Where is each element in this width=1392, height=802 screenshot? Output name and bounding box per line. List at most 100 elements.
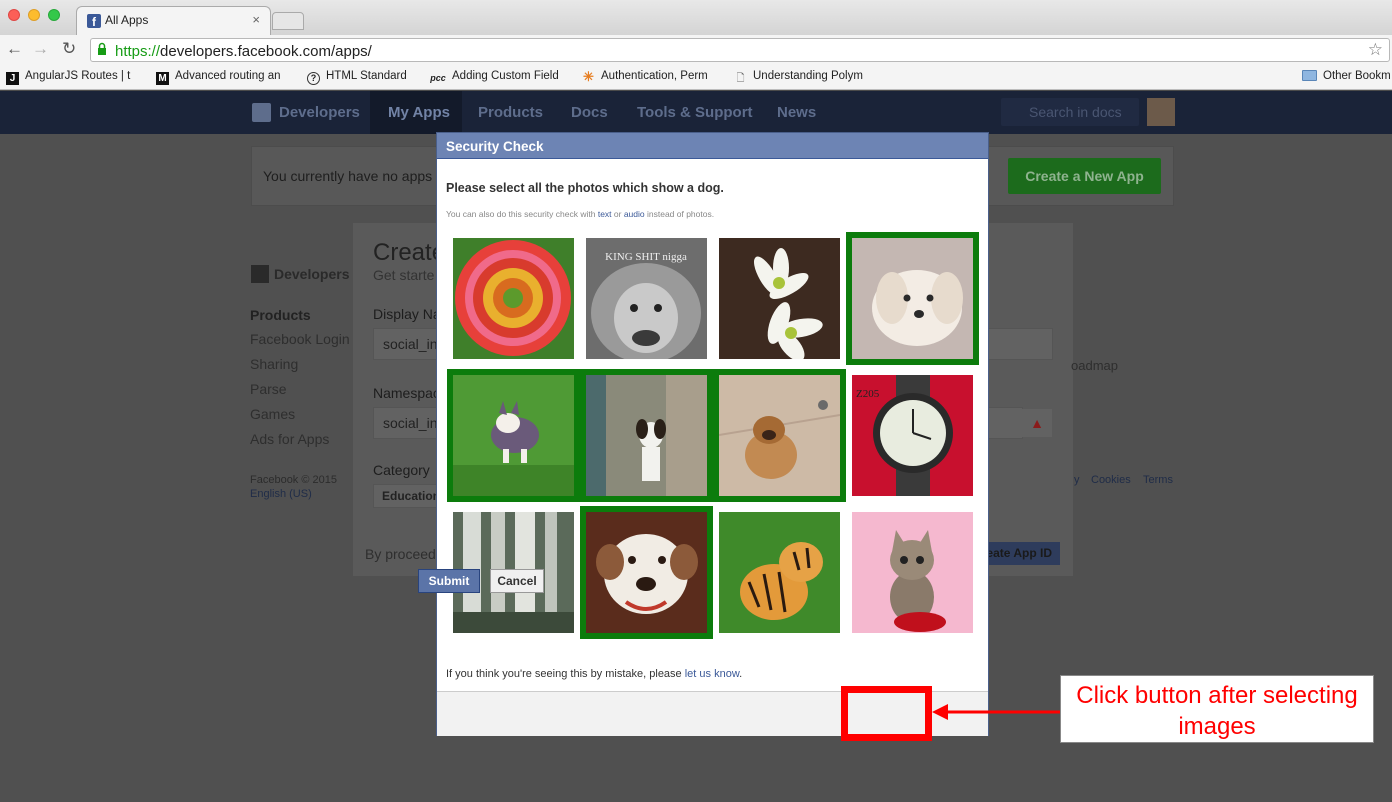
category-label: Category (373, 462, 430, 478)
docs-search-input[interactable]: Search in docs (1001, 98, 1139, 126)
form-subtitle: Get starte (373, 267, 435, 283)
cookies-link[interactable]: Cookies (1091, 474, 1131, 486)
create-app-id-button[interactable]: eate App ID (978, 542, 1060, 565)
photo-tile[interactable]: KING SHIT nigga (586, 238, 707, 359)
facebook-logo-icon[interactable] (252, 103, 271, 122)
facebook-favicon-icon: f (87, 14, 101, 29)
address-bar[interactable]: https://developers.facebook.com/apps/ ☆ (90, 38, 1390, 62)
dog-photo (586, 512, 707, 633)
medium-icon: M (156, 72, 169, 85)
nav-item-docs[interactable]: Docs (571, 104, 608, 121)
photo-tile-selected[interactable] (447, 369, 580, 502)
bookmark-item[interactable]: ? HTML Standard (307, 70, 407, 85)
sidebar-item-games[interactable]: Games (250, 406, 295, 422)
text-check-link[interactable]: text (598, 209, 612, 219)
nav-item-products[interactable]: Products (478, 104, 543, 121)
sidebar-item-sharing[interactable]: Sharing (250, 356, 298, 372)
warning-icon: ▲ (1022, 409, 1052, 437)
lily-photo (719, 238, 840, 359)
report-mistake-text: If you think you're seeing this by mista… (446, 668, 743, 680)
nav-item-tools-support[interactable]: Tools & Support (637, 104, 753, 121)
nav-item-my-apps[interactable]: My Apps (388, 104, 450, 121)
dialog-title: Security Check (446, 139, 544, 154)
security-check-dialog: Security Check Please select all the pho… (436, 132, 989, 736)
privacy-link[interactable]: y (1074, 474, 1080, 486)
lock-icon (98, 42, 106, 55)
photo-tile-selected[interactable] (846, 232, 979, 365)
photo-tile[interactable] (719, 238, 840, 359)
annotation-text: Click button after selecting images (1076, 682, 1358, 740)
photo-tile[interactable] (852, 512, 973, 633)
avatar[interactable] (1147, 98, 1175, 126)
browser-toolbar: ← → ↻ https://developers.facebook.com/ap… (0, 35, 1392, 65)
submit-button[interactable]: Submit (418, 569, 480, 593)
audio-check-link[interactable]: audio (624, 209, 645, 219)
window-close-button[interactable] (8, 9, 20, 21)
cancel-button[interactable]: Cancel (490, 569, 544, 593)
facebook-developers-nav: Developers My Apps Products Docs Tools &… (0, 91, 1392, 134)
sidebar-brand: Developers (251, 265, 349, 283)
create-new-app-button[interactable]: Create a New App (1008, 158, 1161, 194)
search-placeholder: Search in docs (1029, 104, 1122, 120)
submit-highlight-box (841, 686, 932, 741)
dog-photo (586, 375, 707, 496)
watch-photo: Z205 (852, 375, 973, 496)
arrow-icon (932, 704, 1060, 720)
bookmark-item[interactable]: M Advanced routing an (156, 70, 281, 85)
bookmarks-bar: J AngularJS Routes | t M Advanced routing … (0, 65, 1392, 90)
photo-tile[interactable] (719, 512, 840, 633)
terms-link[interactable]: Terms (1143, 474, 1173, 486)
category-select[interactable]: Education (373, 484, 443, 508)
bookmark-star-icon[interactable]: ☆ (1368, 40, 1383, 60)
url-text: https://developers.facebook.com/apps/ (115, 43, 372, 60)
auth0-icon: ✳ (583, 69, 594, 84)
window-maximize-button[interactable] (48, 9, 60, 21)
tab-title: All Apps (105, 13, 149, 27)
sidebar-item-parse[interactable]: Parse (250, 381, 287, 397)
display-name-label: Display Na (373, 306, 441, 322)
forward-arrow-icon[interactable]: → (32, 39, 49, 59)
terms-text: By proceed (365, 546, 436, 562)
facebook-logo-icon (251, 265, 269, 283)
photo-tile[interactable] (453, 238, 574, 359)
roadmap-link[interactable]: oadmap (1071, 358, 1118, 373)
namespace-label: Namespac (373, 385, 440, 401)
dialog-header: Security Check (437, 133, 988, 159)
dog-photo (453, 375, 574, 496)
photo-tile-selected[interactable] (580, 369, 713, 502)
pcc-icon: pcc (430, 73, 446, 83)
alternative-check-text: You can also do this security check with… (446, 209, 715, 219)
back-arrow-icon[interactable]: ← (6, 39, 23, 59)
photo-tile[interactable]: Z205 (852, 375, 973, 496)
folder-icon (1302, 70, 1317, 81)
photo-tile-selected[interactable] (580, 506, 713, 639)
sidebar-item-ads[interactable]: Ads for Apps (250, 431, 329, 447)
page-icon: 🗋 (736, 73, 745, 84)
let-us-know-link[interactable]: let us know (685, 668, 739, 680)
window-minimize-button[interactable] (28, 9, 40, 21)
language-link[interactable]: English (US) (250, 488, 312, 500)
photo-tile-selected[interactable] (713, 369, 846, 502)
reload-icon[interactable]: ↻ (62, 39, 76, 59)
browser-titlebar: f All Apps × (0, 0, 1392, 35)
bookmark-item[interactable]: ✳ Authentication, Perm (582, 70, 708, 83)
nav-item-news[interactable]: News (777, 104, 816, 121)
bookmark-item[interactable]: J AngularJS Routes | t (6, 70, 130, 85)
angularjs-icon: J (6, 72, 19, 85)
tiger-photo (719, 512, 840, 633)
annotation-callout: Click button after selecting images (1060, 675, 1374, 743)
question-icon: ? (307, 72, 320, 85)
bookmark-item[interactable]: 🗋 Understanding Polym (734, 70, 862, 85)
bookmark-item[interactable]: pcc Adding Custom Field (430, 70, 559, 85)
nav-brand[interactable]: Developers (279, 104, 360, 121)
tab-close-icon[interactable]: × (252, 12, 260, 27)
new-tab-button[interactable] (272, 12, 304, 30)
browser-tab[interactable]: f All Apps × (76, 6, 271, 35)
sidebar-heading: Products (250, 307, 311, 323)
sidebar-item-facebook-login[interactable]: Facebook Login (250, 331, 350, 347)
form-title: Create (373, 239, 446, 266)
flower-photo (453, 238, 574, 359)
no-apps-text: You currently have no apps (263, 168, 433, 184)
dog-photo (852, 238, 973, 359)
bookmark-item[interactable]: Other Bookm (1302, 70, 1391, 82)
